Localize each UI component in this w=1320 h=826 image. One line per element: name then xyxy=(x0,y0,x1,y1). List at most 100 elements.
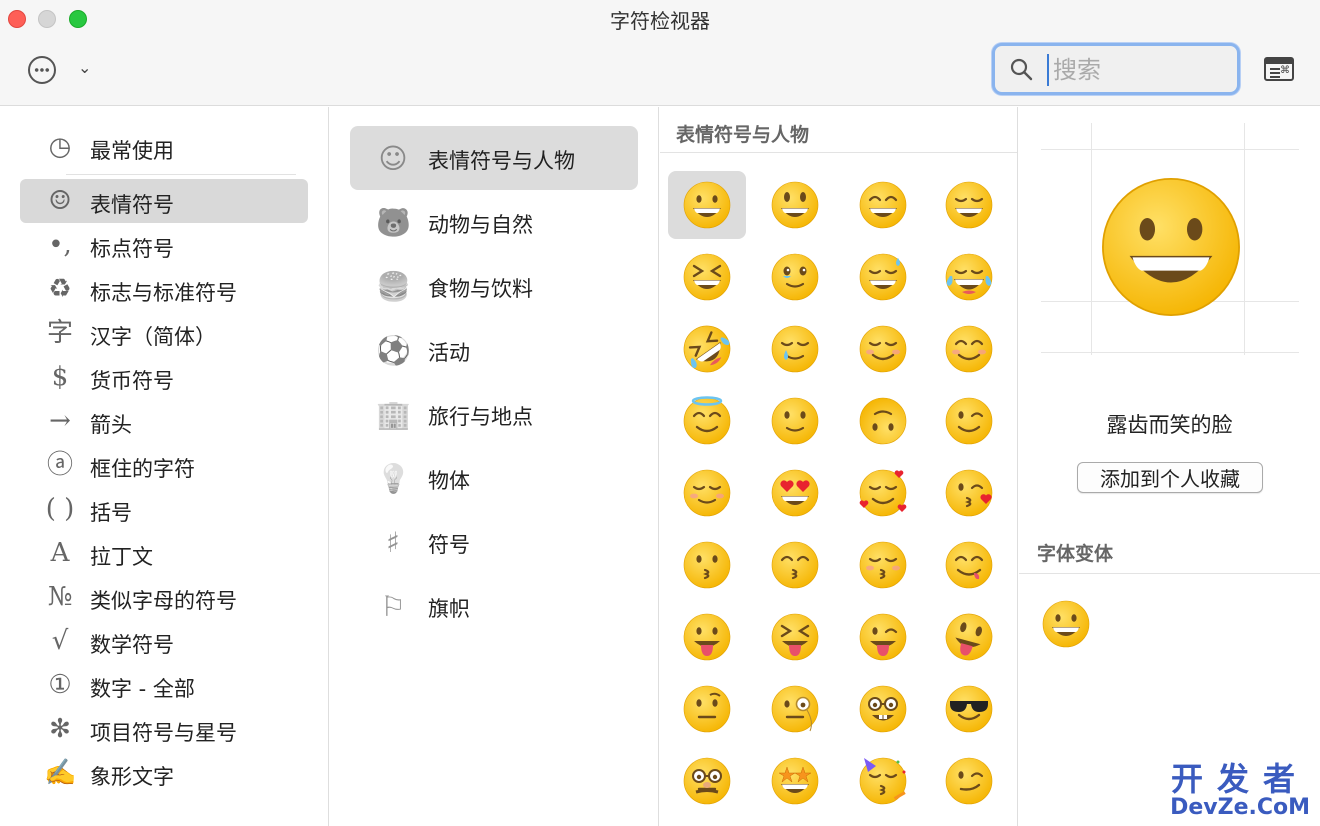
category-item[interactable]: ☺ 表情符号与人物 xyxy=(350,126,638,190)
sidebar-item[interactable]: •, 标点符号 xyxy=(20,223,308,267)
action-menu-button[interactable] xyxy=(28,56,56,84)
category-item[interactable]: ⚽ 活动 xyxy=(350,318,638,382)
sidebar-item[interactable]: ✻ 项目符号与星号 xyxy=(20,707,308,751)
smirking-face-icon xyxy=(945,757,993,805)
smiley-face-icon: ☺ xyxy=(378,142,408,175)
sidebar-item-label: 类似字母的符号 xyxy=(90,589,237,613)
emoji-cell[interactable] xyxy=(844,675,922,743)
beaming-face-icon xyxy=(945,181,993,229)
numero-icon: № xyxy=(47,582,73,612)
emoji-cell[interactable] xyxy=(930,315,1008,383)
emoji-cell[interactable] xyxy=(930,531,1008,599)
emoji-cell[interactable] xyxy=(930,747,1008,815)
emoji-cell[interactable] xyxy=(668,171,746,239)
category-item[interactable]: 💡 物体 xyxy=(350,446,638,510)
emoji-cell[interactable] xyxy=(930,459,1008,527)
emoji-cell[interactable] xyxy=(844,387,922,455)
relieved-face-icon xyxy=(683,469,731,517)
sidebar-item-label: 最常使用 xyxy=(90,139,174,163)
emoji-cell[interactable] xyxy=(930,243,1008,311)
sidebar-item[interactable]: № 类似字母的符号 xyxy=(20,575,308,619)
sidebar-item[interactable]: ⓐ 框住的字符 xyxy=(20,443,308,487)
sidebar-item[interactable]: ◷ 最常使用 xyxy=(20,125,308,169)
emoji-cell[interactable] xyxy=(844,747,922,815)
emoji-cell[interactable] xyxy=(756,747,834,815)
font-variants-title: 字体变体 xyxy=(1037,543,1114,565)
emoji-cell[interactable] xyxy=(930,603,1008,671)
sidebar-item-label: 标志与标准符号 xyxy=(90,281,237,305)
sidebar-item-label: 货币符号 xyxy=(90,369,174,393)
chevron-down-icon[interactable]: ⌄ xyxy=(78,60,94,76)
add-to-favorites-button[interactable]: 添加到个人收藏 xyxy=(1077,462,1263,493)
star-struck-icon xyxy=(771,757,819,805)
keyboard-icon xyxy=(1266,59,1292,64)
sidebar-item[interactable]: A 拉丁文 xyxy=(20,531,308,575)
category-item[interactable]: 🐻 动物与自然 xyxy=(350,190,638,254)
squinting-face-icon xyxy=(683,253,731,301)
sidebar-item-label: 象形文字 xyxy=(90,765,174,789)
emoji-cell[interactable] xyxy=(756,171,834,239)
category-label: 旅行与地点 xyxy=(428,405,533,429)
emoji-cell[interactable] xyxy=(668,531,746,599)
parentheses-icon: ( ) xyxy=(45,494,75,524)
sidebar-item-label: 括号 xyxy=(90,501,132,525)
emoji-cell[interactable] xyxy=(756,675,834,743)
burger-drink-icon: 🍔 xyxy=(376,270,411,303)
sidebar-item[interactable]: 字汉字（简体） xyxy=(20,311,308,355)
emoji-cell[interactable] xyxy=(930,171,1008,239)
emoji-cell[interactable] xyxy=(756,603,834,671)
emoji-cell[interactable] xyxy=(668,387,746,455)
sidebar-item[interactable]: ✍ 象形文字 xyxy=(20,751,308,795)
font-variant-grinning-face-icon[interactable] xyxy=(1041,599,1091,649)
emoji-cell[interactable] xyxy=(668,315,746,383)
sidebar-item[interactable]: ( ) 括号 xyxy=(20,487,308,531)
category-item[interactable]: ♯ 符号 xyxy=(350,510,638,574)
emoji-cell[interactable] xyxy=(844,603,922,671)
sidebar-item[interactable]: √ 数学符号 xyxy=(20,619,308,663)
sidebar-item[interactable]: ① 数字 - 全部 xyxy=(20,663,308,707)
emoji-cell[interactable] xyxy=(844,531,922,599)
emoji-cell[interactable] xyxy=(930,675,1008,743)
squinting-tongue-icon xyxy=(771,613,819,661)
emoji-cell[interactable] xyxy=(756,459,834,527)
symbols-icon: ♯ xyxy=(386,526,400,559)
emoji-cell[interactable] xyxy=(668,675,746,743)
emoji-cell[interactable] xyxy=(756,315,834,383)
sidebar-item[interactable]: ☺ 表情符号 xyxy=(20,179,308,223)
monocle-face-icon xyxy=(771,685,819,733)
sidebar-item[interactable]: $ 货币符号 xyxy=(20,355,308,399)
category-item[interactable]: 🏢 旅行与地点 xyxy=(350,382,638,446)
emoji-cell[interactable] xyxy=(756,387,834,455)
emoji-cell[interactable] xyxy=(844,243,922,311)
sidebar-item[interactable]: → 箭头 xyxy=(20,399,308,443)
face-holding-back-tears-icon xyxy=(771,253,819,301)
sidebar-item-label: 表情符号 xyxy=(90,193,174,217)
category-label: 活动 xyxy=(428,341,470,365)
emoji-cell[interactable] xyxy=(668,747,746,815)
search-field[interactable] xyxy=(992,43,1240,95)
sidebar-item[interactable]: ♻ 标志与标准符号 xyxy=(20,267,308,311)
emoji-cell[interactable] xyxy=(930,387,1008,455)
smiling-halo-icon xyxy=(683,396,731,445)
emoji-cell[interactable] xyxy=(668,243,746,311)
latin-a-icon: A xyxy=(50,538,70,568)
emoji-cell[interactable] xyxy=(844,171,922,239)
emoji-cell[interactable] xyxy=(668,603,746,671)
emoji-cell[interactable] xyxy=(756,243,834,311)
winking-tongue-icon xyxy=(859,613,907,661)
category-item[interactable]: ⚐ 旗帜 xyxy=(350,574,638,638)
smiling-face-icon xyxy=(859,325,907,373)
keyboard-viewer-button[interactable]: ⌘ xyxy=(1264,57,1294,81)
emoji-cell[interactable] xyxy=(756,531,834,599)
category-label: 符号 xyxy=(428,533,470,557)
sidebar-item-label: 数学符号 xyxy=(90,633,174,657)
category-item[interactable]: 🍔 食物与饮料 xyxy=(350,254,638,318)
emoji-cell[interactable] xyxy=(844,315,922,383)
kissing-smiling-eyes-icon xyxy=(771,541,819,589)
circled-one-icon: ① xyxy=(48,670,72,700)
search-input[interactable] xyxy=(1047,54,1227,86)
emoji-cell[interactable] xyxy=(668,459,746,527)
sqrt-icon: √ xyxy=(51,626,69,656)
bear-icon: 🐻 xyxy=(376,206,411,239)
emoji-cell[interactable] xyxy=(844,459,922,527)
